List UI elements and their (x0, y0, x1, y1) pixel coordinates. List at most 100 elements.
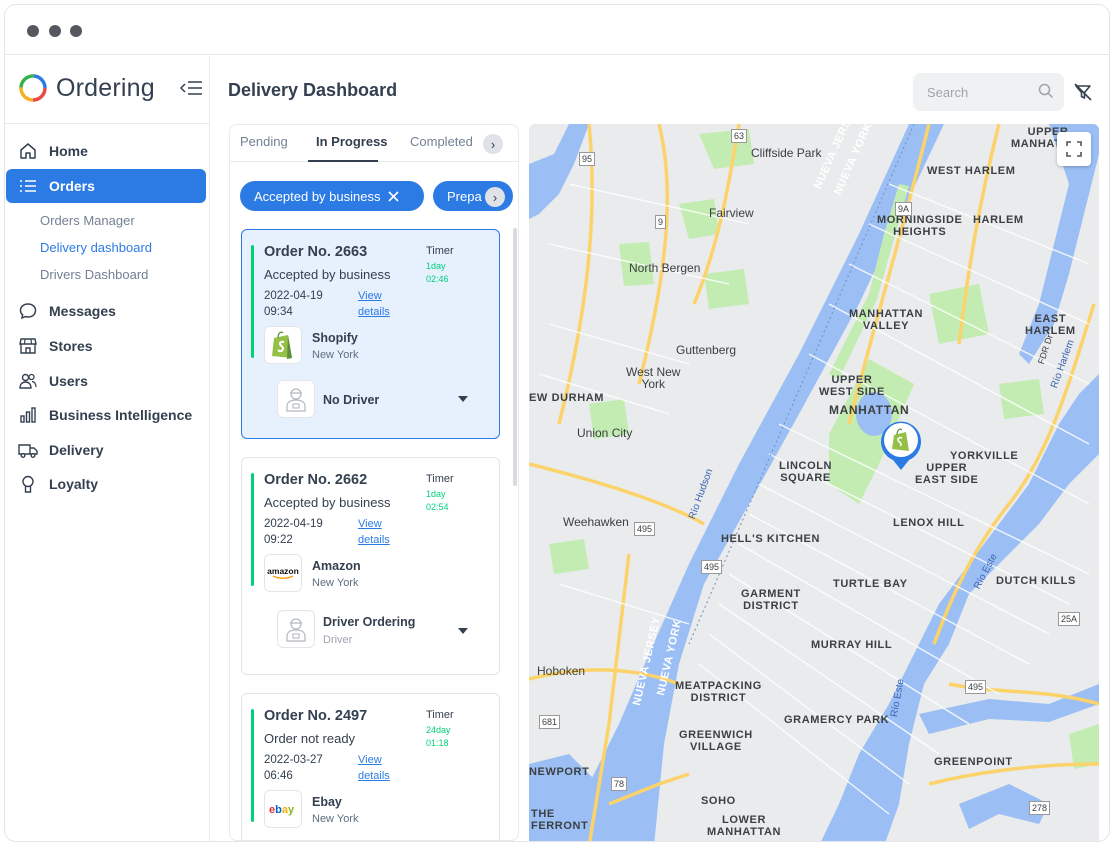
home-icon (18, 141, 38, 161)
search-input[interactable]: Search (913, 73, 1064, 111)
order-status: Accepted by business (264, 267, 391, 282)
order-date: 2022-04-19 (264, 518, 323, 530)
view-details-link[interactable]: View details (358, 752, 390, 784)
sidebar-subitem-delivery-dashboard[interactable]: Delivery dashboard (5, 234, 209, 261)
search-placeholder: Search (927, 84, 969, 100)
highway-shield: 278 (1029, 801, 1051, 815)
driver-avatar-icon (286, 388, 306, 412)
sidebar-item-orders[interactable]: Orders (6, 168, 206, 204)
ebay-logo: ebay (269, 804, 295, 816)
view-link-text: View (358, 290, 382, 302)
sidebar-item-stores[interactable]: Stores (6, 329, 206, 364)
map-label: HELL'S KITCHEN (721, 533, 821, 545)
order-status: Accepted by business (264, 495, 391, 510)
details-link-text: details (358, 534, 390, 546)
svg-text:ebay: ebay (269, 804, 295, 816)
bar-chart-icon (18, 405, 38, 425)
order-card[interactable]: Order No. 2662 Accepted by business 2022… (241, 457, 500, 675)
delivery-map[interactable]: UPPER MANHATTAN Cliffside Park WEST HARL… (529, 124, 1099, 841)
timer-days: 1day (426, 489, 446, 499)
timer-label: Timer (426, 709, 454, 721)
view-details-link[interactable]: View details (358, 516, 390, 548)
map-label: GREENWICH VILLAGE (679, 729, 753, 753)
driver-dropdown-chevron-down-icon[interactable] (458, 628, 468, 634)
order-time: 09:22 (264, 534, 293, 546)
view-link-text: View (358, 754, 382, 766)
sidebar-item-home[interactable]: Home (6, 134, 206, 169)
window-dot-2[interactable] (49, 25, 61, 37)
brand[interactable]: Ordering (18, 70, 155, 106)
details-link-text: details (358, 306, 390, 318)
tabs-next-arrow-icon[interactable]: › (483, 134, 503, 154)
page-title: Delivery Dashboard (228, 80, 398, 100)
tab-in-progress[interactable]: In Progress (316, 134, 388, 149)
ordering-logo-icon (19, 74, 47, 102)
sidebar-item-label: Stores (49, 338, 93, 355)
sidebar-item-label: Orders (49, 177, 95, 194)
sidebar-item-label: Users (49, 372, 88, 389)
highway-shield: 495 (701, 560, 723, 574)
sidebar-item-delivery[interactable]: Delivery (6, 433, 206, 468)
timer-days: 1day (426, 261, 446, 271)
map-label: THE FERRONT (531, 808, 589, 832)
orders-scrollbar[interactable] (513, 228, 517, 486)
map-label: UPPER WEST SIDE (819, 374, 885, 398)
timer-value: 1day 02:54 (426, 488, 449, 514)
sidebar-item-label: Delivery (49, 441, 104, 458)
window-dot-1[interactable] (27, 25, 39, 37)
view-details-link[interactable]: View details (358, 288, 390, 320)
highway-shield: 495 (965, 680, 987, 694)
map-label: MANHATTAN (829, 403, 910, 417)
filter-off-icon[interactable] (1073, 82, 1093, 102)
window-dot-3[interactable] (70, 25, 82, 37)
collapse-sidebar-icon[interactable] (179, 78, 203, 98)
sidebar-subitem-orders-manager[interactable]: Orders Manager (5, 207, 209, 234)
highway-shield: 9 (655, 215, 667, 229)
status-bar (251, 473, 254, 586)
sidebar-item-label: Home (49, 143, 88, 160)
sidebar-subitem-drivers-dashboard[interactable]: Drivers Dashboard (5, 261, 209, 288)
sidebar-item-loyalty[interactable]: Loyalty (6, 467, 206, 502)
order-card[interactable]: Order No. 2663 Accepted by business 2022… (241, 229, 500, 439)
sidebar: Ordering Home Orders Orders Manager Deli… (5, 56, 210, 841)
order-time: 06:46 (264, 770, 293, 782)
award-icon (18, 474, 38, 494)
highway-shield: 681 (539, 715, 561, 729)
map-label: MURRAY HILL (811, 639, 893, 651)
sidebar-item-business-intelligence[interactable]: Business Intelligence (6, 398, 206, 433)
business-city: New York (312, 577, 359, 589)
main-content: Delivery Dashboard Search Pending In Pro… (211, 56, 1109, 841)
driver-role: Driver (323, 634, 353, 646)
order-time: 09:34 (264, 306, 293, 318)
chips-next-arrow-icon[interactable]: › (485, 187, 505, 207)
sidebar-item-messages[interactable]: Messages (6, 294, 206, 329)
driver-dropdown-chevron-down-icon[interactable] (458, 396, 468, 402)
amazon-logo: amazon (267, 566, 299, 579)
sidebar-nav: Home Orders Orders Manager Delivery dash… (5, 134, 209, 502)
map-label: Fairview (709, 206, 754, 220)
view-link-text: View (358, 518, 382, 530)
status-bar (251, 245, 254, 358)
map-label: North Bergen (629, 261, 701, 275)
timer-value: 1day 02:46 (426, 260, 449, 286)
order-datetime: 2022-03-27 06:46 (264, 752, 323, 784)
filter-chip-accepted[interactable]: Accepted by business (240, 181, 424, 211)
sidebar-item-users[interactable]: Users (6, 363, 206, 398)
map-label: GARMENT DISTRICT (741, 588, 801, 612)
map-label: Union City (577, 426, 633, 440)
close-icon[interactable] (388, 190, 400, 202)
window-titlebar (5, 5, 1109, 55)
map-label: MEATPACKING DISTRICT (675, 680, 762, 704)
tab-pending[interactable]: Pending (240, 134, 288, 149)
fullscreen-button[interactable] (1057, 132, 1091, 166)
sidebar-item-label: Business Intelligence (49, 407, 193, 424)
order-card[interactable]: Order No. 2497 Order not ready 2022-03-2… (241, 693, 500, 840)
highway-shield: 78 (611, 777, 628, 791)
map-label: WEST HARLEM (927, 165, 1016, 177)
tab-completed[interactable]: Completed (410, 134, 473, 149)
map-label: HARLEM (973, 214, 1024, 226)
timer-label: Timer (426, 473, 454, 485)
timer-value: 24day 01:18 (426, 724, 451, 750)
order-datetime: 2022-04-19 09:22 (264, 516, 323, 548)
highway-shield: 25A (1058, 612, 1081, 626)
